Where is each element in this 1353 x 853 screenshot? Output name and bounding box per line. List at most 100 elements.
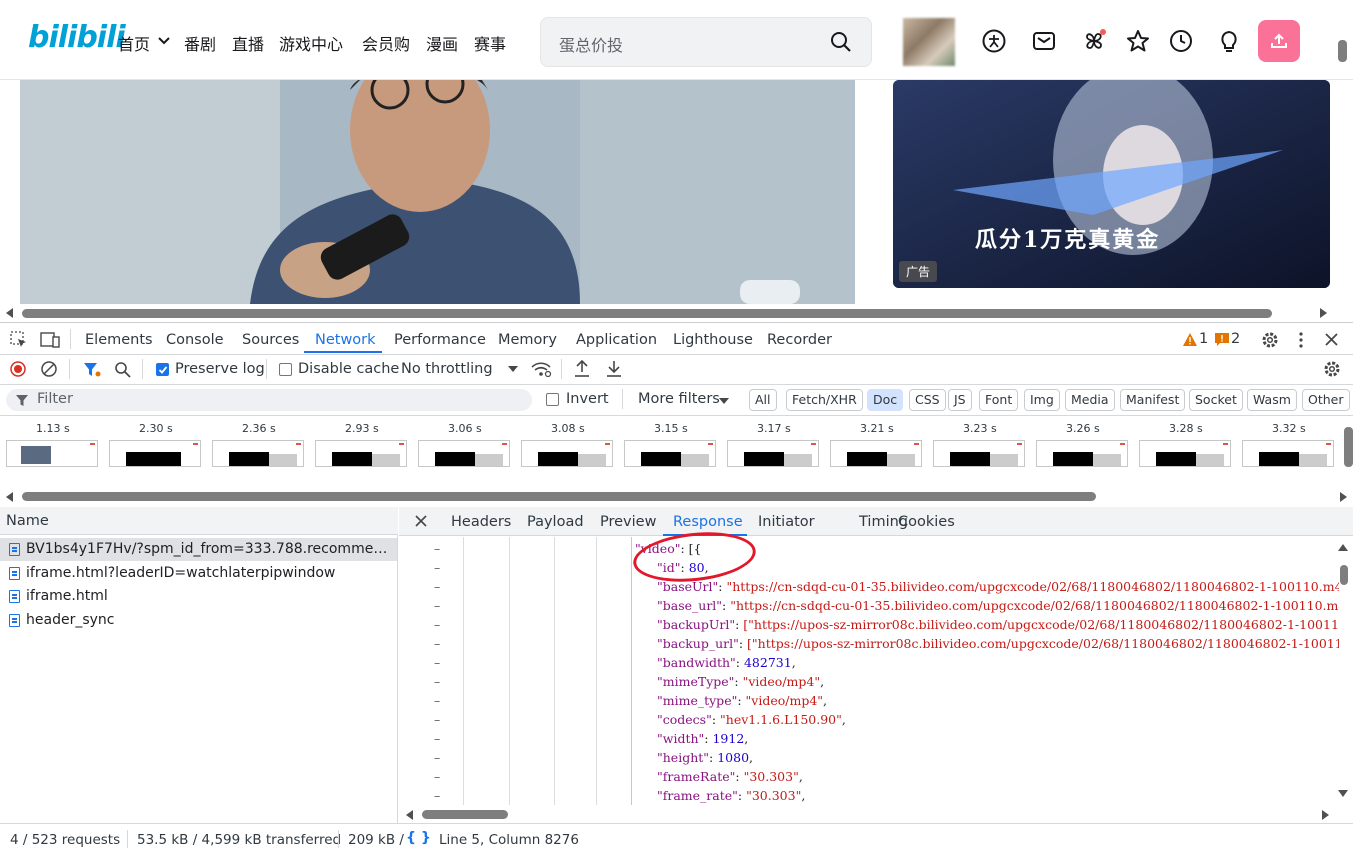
response-body-viewer[interactable]: – "video": [{ – "id": 80, – "baseUrl": "h… <box>399 537 1339 805</box>
request-row[interactable]: header_sync <box>0 609 397 632</box>
dynamic-icon[interactable] <box>1081 28 1107 54</box>
type-filter-font[interactable]: Font <box>979 389 1019 411</box>
nav-manga[interactable]: 漫画 <box>426 31 458 55</box>
filmstrip-screenshot[interactable] <box>521 440 613 467</box>
close-devtools-icon[interactable] <box>1325 333 1338 346</box>
record-stop-icon[interactable] <box>10 361 26 377</box>
filmstrip-horizontal-scrollbar-thumb[interactable] <box>22 492 1096 501</box>
tab-preview[interactable]: Preview <box>600 514 656 530</box>
chevron-down-icon[interactable] <box>158 36 170 46</box>
scroll-left-arrow-icon[interactable] <box>5 492 15 502</box>
warning-icon[interactable] <box>1183 333 1197 346</box>
tab-initiator[interactable]: Initiator <box>758 514 815 530</box>
filmstrip-screenshot[interactable] <box>830 440 922 467</box>
close-detail-icon[interactable] <box>415 515 427 527</box>
filmstrip-vertical-scrollbar[interactable] <box>1344 427 1353 467</box>
request-row[interactable]: BV1bs4y1F7Hv/?spm_id_from=333.788.recomm… <box>0 538 397 561</box>
creation-bulb-icon[interactable] <box>1216 28 1242 54</box>
nav-anime[interactable]: 番剧 <box>184 31 216 55</box>
invert-checkbox[interactable] <box>546 393 559 406</box>
export-har-icon[interactable] <box>606 360 622 378</box>
search-input[interactable]: 蛋总价投 <box>559 32 623 56</box>
filmstrip-screenshot[interactable] <box>109 440 201 467</box>
tab-memory[interactable]: Memory <box>498 332 557 348</box>
tab-elements[interactable]: Elements <box>85 332 153 348</box>
search-icon[interactable] <box>829 30 853 54</box>
tab-lighthouse[interactable]: Lighthouse <box>673 332 753 348</box>
tab-recorder[interactable]: Recorder <box>767 332 832 348</box>
tab-cookies[interactable]: Cookies <box>898 514 955 530</box>
issues-count[interactable]: 2 <box>1231 331 1240 347</box>
search-box[interactable]: 蛋总价投 <box>540 17 872 67</box>
tab-application[interactable]: Application <box>576 332 657 348</box>
warning-count[interactable]: 1 <box>1199 331 1208 347</box>
pretty-print-icon[interactable]: { } <box>406 830 431 846</box>
scroll-up-arrow-icon[interactable] <box>1338 543 1348 551</box>
nav-mall[interactable]: 会员购 <box>362 31 410 55</box>
filmstrip-screenshot[interactable] <box>1139 440 1231 467</box>
throttling-select[interactable]: No throttling <box>401 361 493 377</box>
message-icon[interactable] <box>1031 28 1057 54</box>
type-filter-fetch-xhr[interactable]: Fetch/XHR <box>786 389 863 411</box>
invert-label[interactable]: Invert <box>566 391 609 407</box>
filmstrip-screenshot[interactable] <box>1242 440 1334 467</box>
issues-icon[interactable] <box>1215 333 1229 346</box>
page-vertical-scrollbar[interactable] <box>1338 40 1347 62</box>
page-horizontal-scrollbar-thumb[interactable] <box>22 309 1272 318</box>
dropdown-arrow-icon[interactable] <box>719 398 729 404</box>
type-filter-img[interactable]: Img <box>1024 389 1060 411</box>
nav-live[interactable]: 直播 <box>232 31 264 55</box>
preserve-log-label[interactable]: Preserve log <box>175 361 265 377</box>
type-filter-js[interactable]: JS <box>948 389 972 411</box>
tab-network[interactable]: Network <box>315 332 376 348</box>
type-filter-other[interactable]: Other <box>1302 389 1350 411</box>
preserve-log-checkbox[interactable] <box>156 363 169 376</box>
filter-funnel-icon[interactable] <box>83 362 101 378</box>
response-vertical-scrollbar[interactable] <box>1340 565 1348 585</box>
filmstrip-screenshot[interactable] <box>418 440 510 467</box>
scroll-left-arrow-icon[interactable] <box>5 308 15 318</box>
avatar[interactable] <box>903 18 955 66</box>
history-clock-icon[interactable] <box>1168 28 1194 54</box>
favorite-star-icon[interactable] <box>1125 28 1151 54</box>
request-row[interactable]: iframe.html <box>0 585 397 608</box>
tab-console[interactable]: Console <box>166 332 224 348</box>
filmstrip-screenshot[interactable] <box>933 440 1025 467</box>
filmstrip-screenshot[interactable] <box>624 440 716 467</box>
advertisement-banner[interactable]: 瓜分1万克真黄金 广告 <box>893 80 1330 288</box>
network-conditions-icon[interactable] <box>530 360 552 378</box>
filmstrip-screenshot[interactable] <box>6 440 98 467</box>
type-filter-all[interactable]: All <box>749 389 777 411</box>
filter-input[interactable]: Filter <box>6 389 532 411</box>
type-filter-css[interactable]: CSS <box>909 389 946 411</box>
name-column-header[interactable]: Name <box>0 507 398 535</box>
filmstrip-screenshot[interactable] <box>212 440 304 467</box>
type-filter-doc[interactable]: Doc <box>867 389 904 411</box>
type-filter-media[interactable]: Media <box>1065 389 1115 411</box>
scroll-right-arrow-icon[interactable] <box>1318 308 1328 318</box>
network-settings-gear-icon[interactable] <box>1323 360 1341 378</box>
video-player[interactable] <box>20 80 855 304</box>
device-toolbar-icon[interactable] <box>40 331 60 349</box>
type-filter-wasm[interactable]: Wasm <box>1247 389 1297 411</box>
import-har-icon[interactable] <box>574 360 590 378</box>
inspect-element-icon[interactable] <box>10 331 28 349</box>
tab-payload[interactable]: Payload <box>527 514 584 530</box>
nav-game-center[interactable]: 游戏中心 <box>279 31 343 55</box>
disable-cache-checkbox[interactable] <box>279 363 292 376</box>
filmstrip-screenshot[interactable] <box>315 440 407 467</box>
response-horizontal-scrollbar[interactable] <box>422 810 508 819</box>
settings-gear-icon[interactable] <box>1261 331 1279 349</box>
filmstrip-screenshot[interactable] <box>727 440 819 467</box>
scroll-down-arrow-icon[interactable] <box>1338 790 1348 798</box>
tab-sources[interactable]: Sources <box>242 332 299 348</box>
dropdown-arrow-icon[interactable] <box>508 366 518 372</box>
scroll-right-arrow-icon[interactable] <box>1338 492 1348 502</box>
more-filters-button[interactable]: More filters <box>638 391 720 407</box>
request-row[interactable]: iframe.html?leaderID=watchlaterpipwindow <box>0 562 397 585</box>
nav-home[interactable]: 首页 <box>118 31 150 55</box>
scroll-left-arrow-icon[interactable] <box>405 810 415 820</box>
clear-icon[interactable] <box>41 361 57 377</box>
nav-esports[interactable]: 赛事 <box>474 31 506 55</box>
tab-performance[interactable]: Performance <box>394 332 486 348</box>
